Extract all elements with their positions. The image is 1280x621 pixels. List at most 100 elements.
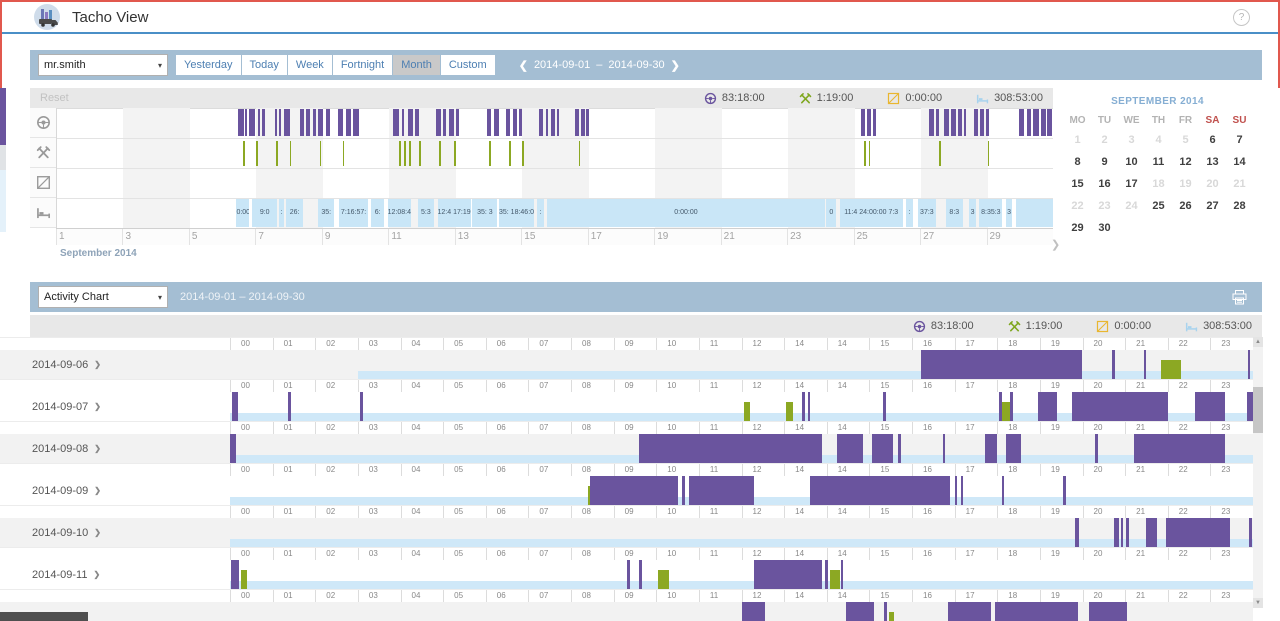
calendar-day-2[interactable]: 2 — [1091, 129, 1118, 151]
calendar-day-27[interactable]: 27 — [1199, 195, 1226, 217]
activity-row-label-2014-09-11[interactable]: 2014-09-11❯ — [0, 560, 230, 589]
hour-label: 03 — [358, 464, 401, 476]
tools-icon — [36, 145, 51, 160]
row-date[interactable]: 2014-09-07 — [32, 401, 88, 413]
calendar-day-5[interactable]: 5 — [1172, 129, 1199, 151]
driving-bar — [436, 109, 441, 136]
reset-button[interactable]: Reset — [40, 92, 69, 104]
calendar-day-22[interactable]: 22 — [1064, 195, 1091, 217]
hour-label: 15 — [869, 422, 912, 434]
calendar-day-21[interactable]: 21 — [1226, 173, 1253, 195]
calendar-day-23[interactable]: 23 — [1091, 195, 1118, 217]
rest-bar: 11:4 24:00:00 7:3 — [840, 199, 903, 227]
hour-label: 20 — [1083, 506, 1126, 518]
row-date[interactable]: 2014-09-11 — [32, 569, 87, 581]
range-button-fortnight[interactable]: Fortnight — [333, 55, 392, 75]
row-date[interactable]: 2014-09-06 — [32, 359, 88, 371]
help-icon[interactable]: ? — [1233, 9, 1250, 26]
hour-label: 11 — [699, 380, 742, 392]
driving-segment — [1112, 350, 1115, 379]
calendar-day-29[interactable]: 29 — [1064, 217, 1091, 239]
calendar-day-17[interactable]: 17 — [1118, 173, 1145, 195]
hour-label: 21 — [1125, 506, 1168, 518]
calendar-day-14[interactable]: 14 — [1226, 151, 1253, 173]
hour-label: 11 — [699, 338, 742, 350]
view-select[interactable]: Activity Chart ▾ — [38, 286, 168, 308]
calendar-day-25[interactable]: 25 — [1145, 195, 1172, 217]
calendar-day-7[interactable]: 7 — [1226, 129, 1253, 151]
calendar-day-19[interactable]: 19 — [1172, 173, 1199, 195]
calendar-day-6[interactable]: 6 — [1199, 129, 1226, 151]
calendar-day-4[interactable]: 4 — [1145, 129, 1172, 151]
scroll-down-icon[interactable]: ▼ — [1253, 598, 1263, 608]
rest-bar: : — [279, 199, 284, 227]
vertical-scrollbar[interactable]: ▲ ▼ — [1253, 337, 1263, 608]
calendar-day-13[interactable]: 13 — [1199, 151, 1226, 173]
activity-row-label-2014-09-10[interactable]: 2014-09-10❯ — [0, 518, 230, 547]
calendar-day-10[interactable]: 10 — [1118, 151, 1145, 173]
hour-label: 12 — [742, 548, 785, 560]
range-button-week[interactable]: Week — [288, 55, 332, 75]
scrollbar-thumb[interactable] — [1253, 387, 1263, 433]
calendar-day-9[interactable]: 9 — [1091, 151, 1118, 173]
range-button-yesterday[interactable]: Yesterday — [176, 55, 241, 75]
app-header: Tacho View ? — [2, 2, 1278, 34]
rest-bar: : — [537, 199, 544, 227]
hour-label: 01 — [273, 464, 316, 476]
hour-label: 10 — [656, 464, 699, 476]
range-button-month[interactable]: Month — [393, 55, 440, 75]
hour-label: 03 — [358, 422, 401, 434]
activity-row-label-2014-09-06[interactable]: 2014-09-06❯ — [0, 350, 230, 379]
calendar-day-12[interactable]: 12 — [1172, 151, 1199, 173]
work-bar — [439, 141, 441, 166]
hour-label: 14 — [827, 422, 870, 434]
calendar-day-3[interactable]: 3 — [1118, 129, 1145, 151]
hour-label: 11 — [699, 548, 742, 560]
calendar-day-18[interactable]: 18 — [1145, 173, 1172, 195]
axis-tick-label: 15 — [524, 231, 535, 242]
driver-select-value: mr.smith — [44, 59, 86, 71]
row-date[interactable]: 2014-09-10 — [32, 527, 88, 539]
driving-segment — [288, 392, 291, 421]
range-button-custom[interactable]: Custom — [441, 55, 495, 75]
calendar-day-28[interactable]: 28 — [1226, 195, 1253, 217]
row-date[interactable]: 2014-09-08 — [32, 443, 88, 455]
calendar-day-1[interactable]: 1 — [1064, 129, 1091, 151]
calendar-expand-icon[interactable]: ❯ — [1051, 238, 1060, 251]
activity-row-label-2014-09-08[interactable]: 2014-09-08❯ — [0, 434, 230, 463]
driving-segment — [808, 392, 811, 421]
activity-band — [230, 476, 1253, 505]
driving-bar — [318, 109, 323, 136]
hour-label: 12 — [742, 506, 785, 518]
hour-label: 00 — [230, 548, 273, 560]
calendar-day-16[interactable]: 16 — [1091, 173, 1118, 195]
calendar-day-30[interactable]: 30 — [1091, 217, 1118, 239]
ruler-spacer — [0, 464, 230, 476]
row-date[interactable]: 2014-09-09 — [32, 485, 88, 497]
calendar-day-20[interactable]: 20 — [1199, 173, 1226, 195]
hour-label: 15 — [869, 506, 912, 518]
activity-row-label-2014-09-09[interactable]: 2014-09-09❯ — [0, 476, 230, 505]
calendar-day-8[interactable]: 8 — [1064, 151, 1091, 173]
hour-label: 04 — [401, 590, 444, 602]
scroll-up-icon[interactable]: ▲ — [1253, 337, 1263, 347]
range-button-today[interactable]: Today — [242, 55, 287, 75]
driver-select[interactable]: mr.smith ▾ — [38, 54, 168, 76]
calendar-day-11[interactable]: 11 — [1145, 151, 1172, 173]
hour-label: 14 — [784, 338, 827, 350]
hour-label: 05 — [443, 338, 486, 350]
driving-segment — [231, 560, 240, 589]
calendar-day-24[interactable]: 24 — [1118, 195, 1145, 217]
hour-label: 04 — [401, 506, 444, 518]
calendar-day-26[interactable]: 26 — [1172, 195, 1199, 217]
activity-row-label-2014-09-07[interactable]: 2014-09-07❯ — [0, 392, 230, 421]
hour-label: 23 — [1210, 548, 1253, 560]
driving-segment — [1134, 434, 1226, 463]
driving-bar — [449, 109, 454, 136]
printer-icon[interactable] — [1231, 289, 1248, 306]
prev-period-icon[interactable]: ❮ — [519, 59, 528, 72]
hour-label: 17 — [955, 548, 998, 560]
next-period-icon[interactable]: ❯ — [671, 59, 680, 72]
hour-label: 04 — [401, 338, 444, 350]
calendar-day-15[interactable]: 15 — [1064, 173, 1091, 195]
